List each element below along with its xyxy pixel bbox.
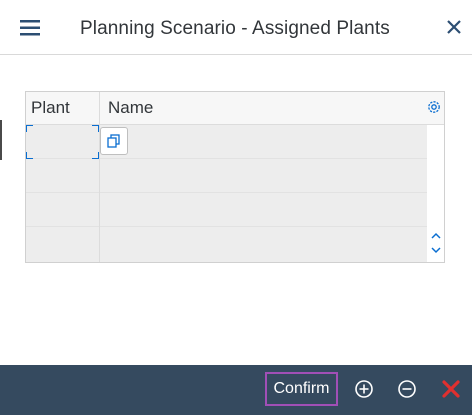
column-header-plant[interactable]: Plant — [31, 98, 70, 118]
plant-input-cell[interactable] — [26, 125, 99, 159]
value-help-icon[interactable] — [100, 127, 128, 155]
table-row[interactable] — [26, 159, 427, 193]
table-row[interactable] — [26, 193, 427, 227]
hamburger-icon[interactable] — [20, 20, 40, 36]
close-icon[interactable] — [445, 18, 463, 36]
dialog-title: Planning Scenario - Assigned Plants — [80, 18, 390, 39]
confirm-button[interactable]: Confirm — [265, 372, 338, 406]
table-header: Plant Name — [26, 92, 444, 125]
left-edge-divider — [0, 120, 2, 160]
chevron-up-icon[interactable] — [430, 229, 442, 241]
dialog-footer: Confirm — [0, 365, 472, 415]
plus-circle-icon[interactable] — [354, 379, 374, 399]
table-scrollbar[interactable] — [428, 125, 444, 262]
minus-circle-icon[interactable] — [397, 379, 417, 399]
column-divider — [99, 92, 100, 262]
dialog-header: Planning Scenario - Assigned Plants — [0, 0, 472, 55]
column-header-name[interactable]: Name — [108, 98, 153, 118]
assigned-plants-dialog: Planning Scenario - Assigned Plants Plan… — [0, 0, 472, 415]
chevron-down-icon[interactable] — [430, 243, 442, 255]
red-x-icon[interactable] — [441, 379, 461, 399]
gear-icon[interactable] — [426, 99, 442, 115]
table-row[interactable] — [26, 227, 427, 261]
plants-table: Plant Name — [25, 91, 445, 263]
